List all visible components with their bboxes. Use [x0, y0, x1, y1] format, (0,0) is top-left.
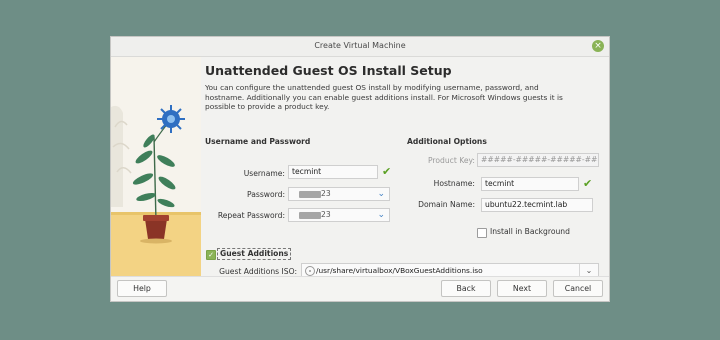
guest-additions-iso-label: Guest Additions ISO: [219, 267, 297, 276]
password-field[interactable]: 23 ⌄ [288, 187, 390, 201]
next-button[interactable]: Next [497, 280, 547, 297]
guest-additions-checkbox[interactable]: ✓ [206, 250, 216, 260]
plant-illustration [111, 57, 201, 276]
username-password-section-title: Username and Password [205, 137, 311, 146]
window-title: Create Virtual Machine [314, 41, 406, 50]
username-label: Username: [243, 169, 285, 178]
password-mask [299, 191, 321, 198]
guest-additions-label[interactable]: Guest Additions [220, 249, 288, 258]
create-vm-dialog: Create Virtual Machine × Unattended Gues… [110, 36, 610, 302]
hostname-label: Hostname: [433, 179, 475, 188]
hostname-field[interactable]: tecmint [481, 177, 579, 191]
chevron-down-icon[interactable]: ⌄ [377, 188, 385, 200]
repeat-password-mask [299, 212, 321, 219]
hostname-value: tecmint [485, 179, 515, 188]
wizard-illustration [111, 57, 201, 276]
back-button[interactable]: Back [441, 280, 491, 297]
password-visible-suffix: 23 [321, 189, 331, 198]
repeat-password-label: Repeat Password: [217, 211, 285, 220]
hostname-valid-icon: ✔ [583, 177, 593, 190]
repeat-password-visible-suffix: 23 [321, 210, 331, 219]
install-in-background-label[interactable]: Install in Background [490, 227, 570, 236]
product-key-field[interactable]: #####-#####-#####-#####-# [477, 153, 599, 167]
username-field[interactable]: tecmint [288, 165, 378, 179]
domain-name-value: ubuntu22.tecmint.lab [485, 200, 568, 209]
chevron-down-icon[interactable]: ⌄ [377, 209, 385, 221]
domain-name-label: Domain Name: [418, 200, 475, 209]
wizard-content: Unattended Guest OS Install Setup You ca… [201, 57, 609, 278]
product-key-placeholder: #####-#####-#####-#####-# [481, 155, 598, 164]
password-label: Password: [246, 190, 285, 199]
cancel-button[interactable]: Cancel [553, 280, 603, 297]
repeat-password-field[interactable]: 23 ⌄ [288, 208, 390, 222]
close-icon[interactable]: × [592, 40, 604, 52]
domain-name-field[interactable]: ubuntu22.tecmint.lab [481, 198, 593, 212]
product-key-label: Product Key: [427, 156, 475, 165]
additional-options-section-title: Additional Options [407, 137, 487, 146]
title-bar: Create Virtual Machine × [111, 37, 609, 57]
disc-icon [305, 266, 315, 276]
username-value: tecmint [292, 167, 322, 176]
page-title: Unattended Guest OS Install Setup [205, 63, 452, 78]
install-in-background-checkbox[interactable] [477, 228, 487, 238]
page-description: You can configure the unattended guest O… [205, 83, 563, 111]
help-button[interactable]: Help [117, 280, 167, 297]
username-valid-icon: ✔ [382, 165, 392, 178]
